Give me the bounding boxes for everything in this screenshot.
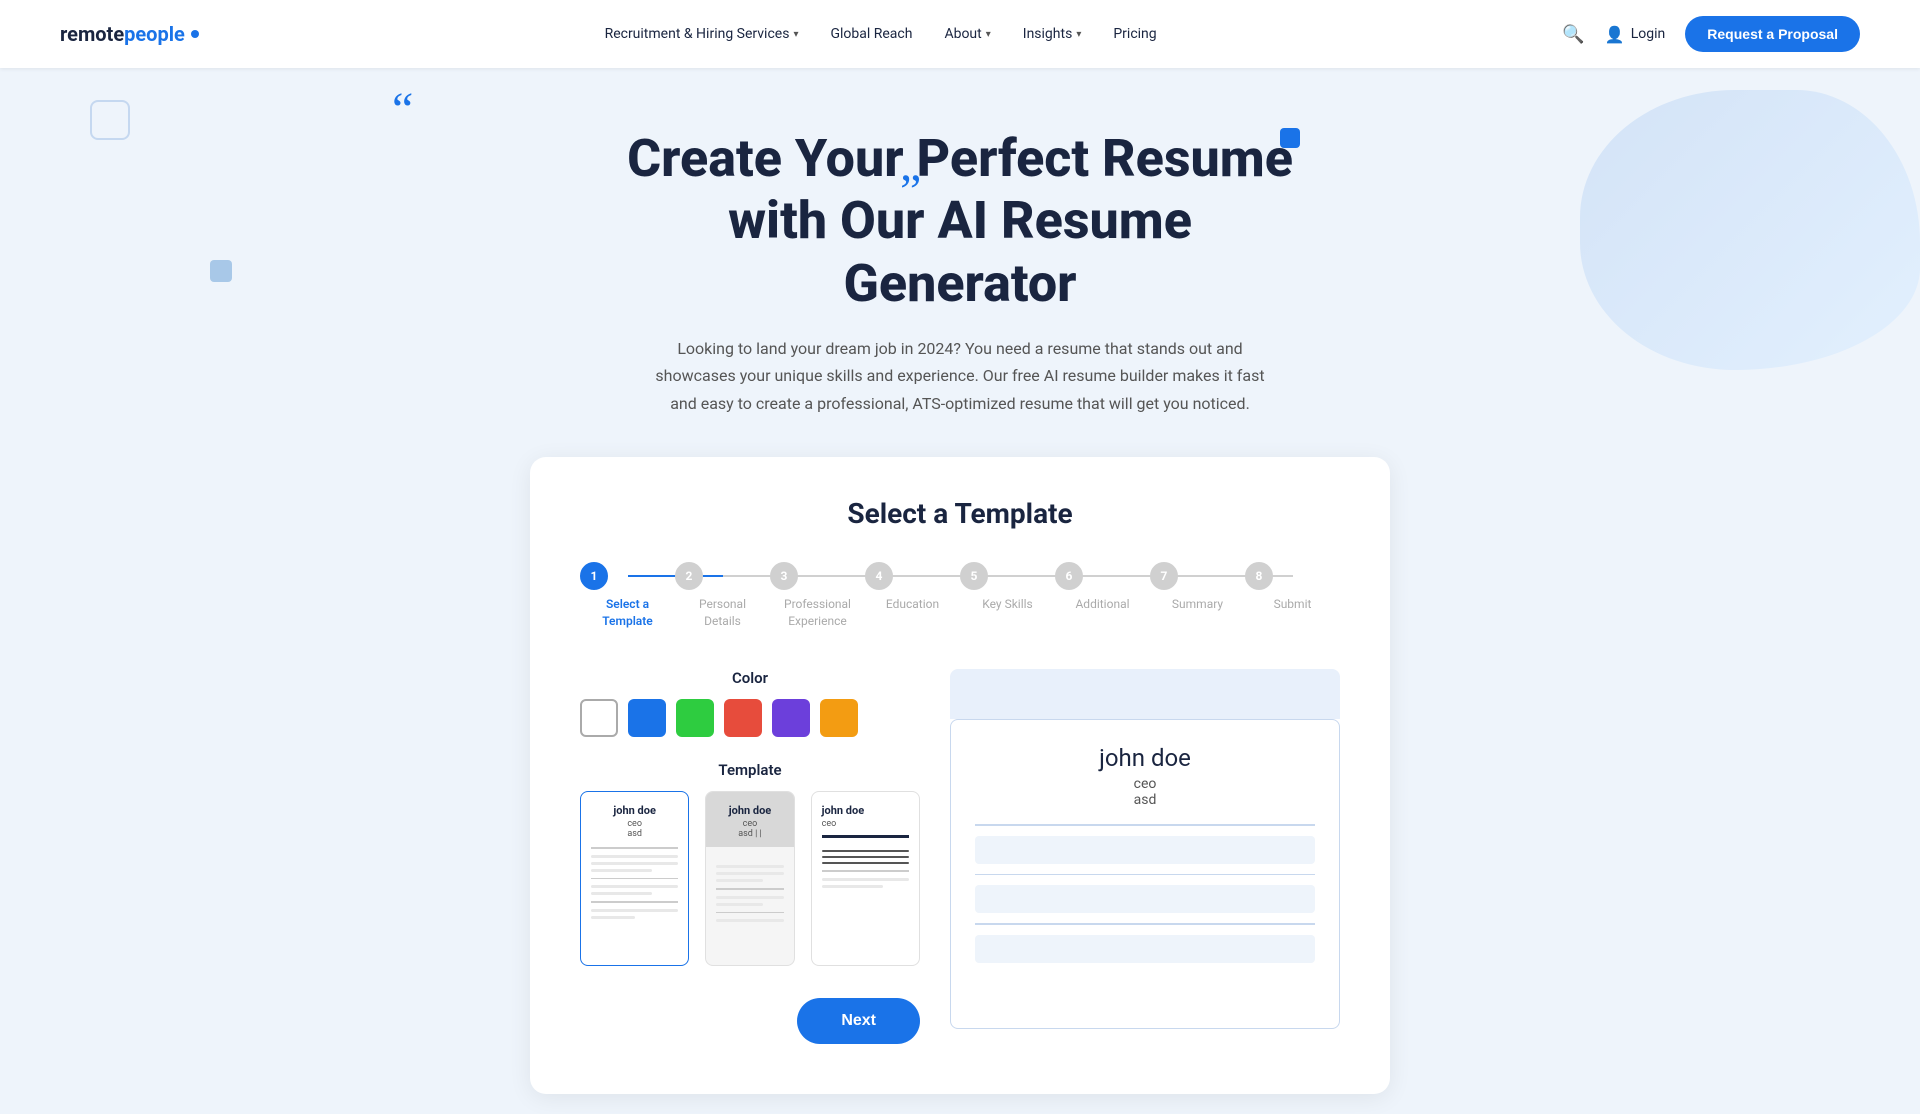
step-circle-3: 3 [770, 562, 798, 590]
step-3[interactable]: 3 ProfessionalExperience [770, 562, 865, 630]
template-selector-card: Select a Template 1 Select aTemplate 2 P… [530, 457, 1390, 1095]
step-6[interactable]: 6 Additional [1055, 562, 1150, 613]
step-label-6: Additional [1075, 596, 1129, 613]
stepper: 1 Select aTemplate 2 PersonalDetails 3 [580, 562, 1340, 630]
step-5[interactable]: 5 Key Skills [960, 562, 1055, 613]
template-3-lines [822, 850, 909, 888]
step-circle-5: 5 [960, 562, 988, 590]
nav-link-about[interactable]: About ▾ [944, 26, 990, 42]
nav-link-global[interactable]: Global Reach [830, 26, 912, 42]
chevron-down-icon-insights: ▾ [1076, 29, 1081, 40]
step-circle-1: 1 [580, 562, 608, 590]
chevron-down-icon: ▾ [793, 29, 798, 40]
logo-dot [191, 30, 199, 38]
login-button[interactable]: 👤 Login [1605, 25, 1665, 44]
step-2[interactable]: 2 PersonalDetails [675, 562, 770, 630]
preview-line-1 [975, 824, 1315, 826]
template-1-name: john doe [591, 804, 678, 817]
template-2-company: asd | | [716, 829, 783, 839]
chevron-down-icon-about: ▾ [986, 29, 991, 40]
search-icon[interactable]: 🔍 [1562, 24, 1584, 45]
preview-company: asd [975, 792, 1315, 808]
next-button-wrapper: Next [580, 998, 920, 1044]
step-label-5: Key Skills [982, 596, 1032, 613]
logo[interactable]: remotepeople [60, 22, 199, 46]
color-swatches [580, 699, 920, 737]
preview-document: john doe ceo asd [950, 719, 1340, 1029]
step-label-8: Submit [1274, 596, 1312, 613]
color-swatch-purple[interactable] [772, 699, 810, 737]
template-card-minimal[interactable]: john doe ceo [811, 791, 920, 966]
content-columns: Color Template john doe ceo asd [580, 669, 1340, 1044]
template-2-role: ceo [716, 819, 783, 829]
left-column: Color Template john doe ceo asd [580, 669, 920, 1044]
step-7[interactable]: 7 Summary [1150, 562, 1245, 613]
step-label-1: Select aTemplate [602, 596, 653, 630]
step-4[interactable]: 4 Education [865, 562, 960, 613]
color-swatch-green[interactable] [676, 699, 714, 737]
step-label-2: PersonalDetails [699, 596, 746, 630]
step-label-3: ProfessionalExperience [784, 596, 851, 630]
step-circle-6: 6 [1055, 562, 1083, 590]
template-label: Template [580, 761, 920, 779]
logo-remote: remotepeople [60, 22, 185, 46]
nav-link-pricing[interactable]: Pricing [1113, 26, 1156, 42]
preview-line-2 [975, 874, 1315, 876]
template-3-role: ceo [822, 819, 909, 829]
step-1[interactable]: 1 Select aTemplate [580, 562, 675, 630]
request-proposal-button[interactable]: Request a Proposal [1685, 16, 1860, 52]
nav-link-recruitment[interactable]: Recruitment & Hiring Services ▾ [605, 26, 799, 42]
color-swatch-white[interactable] [580, 699, 618, 737]
preview-line-3 [975, 923, 1315, 925]
step-circle-7: 7 [1150, 562, 1178, 590]
preview-block-3 [975, 935, 1315, 963]
color-swatch-orange[interactable] [820, 699, 858, 737]
step-8[interactable]: 8 Submit [1245, 562, 1340, 613]
template-3-name: john doe [822, 804, 909, 817]
next-button[interactable]: Next [797, 998, 920, 1044]
nav-links: Recruitment & Hiring Services ▾ Global R… [605, 26, 1157, 42]
right-column: john doe ceo asd [950, 669, 1340, 1029]
color-label: Color [580, 669, 920, 687]
navbar: remotepeople Recruitment & Hiring Servic… [0, 0, 1920, 68]
template-card-classic[interactable]: john doe ceo asd [580, 791, 689, 966]
preview-block-2 [975, 885, 1315, 913]
template-card-modern[interactable]: john doe ceo asd | | [705, 791, 794, 966]
nav-link-insights[interactable]: Insights ▾ [1023, 26, 1082, 42]
preview-name: john doe [975, 744, 1315, 772]
hero-title: Create Your Perfect Resume with Our AI R… [610, 128, 1310, 315]
nav-actions: 🔍 👤 Login Request a Proposal [1562, 16, 1860, 52]
template-grid: john doe ceo asd [580, 791, 920, 966]
card-title: Select a Template [580, 497, 1340, 530]
step-label-4: Education [886, 596, 939, 613]
template-1-lines [591, 847, 678, 919]
color-swatch-red[interactable] [724, 699, 762, 737]
color-swatch-blue[interactable] [628, 699, 666, 737]
user-icon: 👤 [1605, 25, 1625, 44]
template-1-company: asd [591, 829, 678, 839]
step-label-7: Summary [1172, 596, 1223, 613]
template-1-role: ceo [591, 819, 678, 829]
step-circle-4: 4 [865, 562, 893, 590]
preview-block-1 [975, 836, 1315, 864]
template-2-name: john doe [716, 804, 783, 817]
step-circle-2: 2 [675, 562, 703, 590]
template-2-lines [716, 865, 783, 922]
step-circle-8: 8 [1245, 562, 1273, 590]
hero-subtitle: Looking to land your dream job in 2024? … [650, 335, 1270, 417]
hero-section: Create Your Perfect Resume with Our AI R… [0, 68, 1920, 1114]
preview-role: ceo [975, 776, 1315, 792]
preview-top-bar [950, 669, 1340, 719]
